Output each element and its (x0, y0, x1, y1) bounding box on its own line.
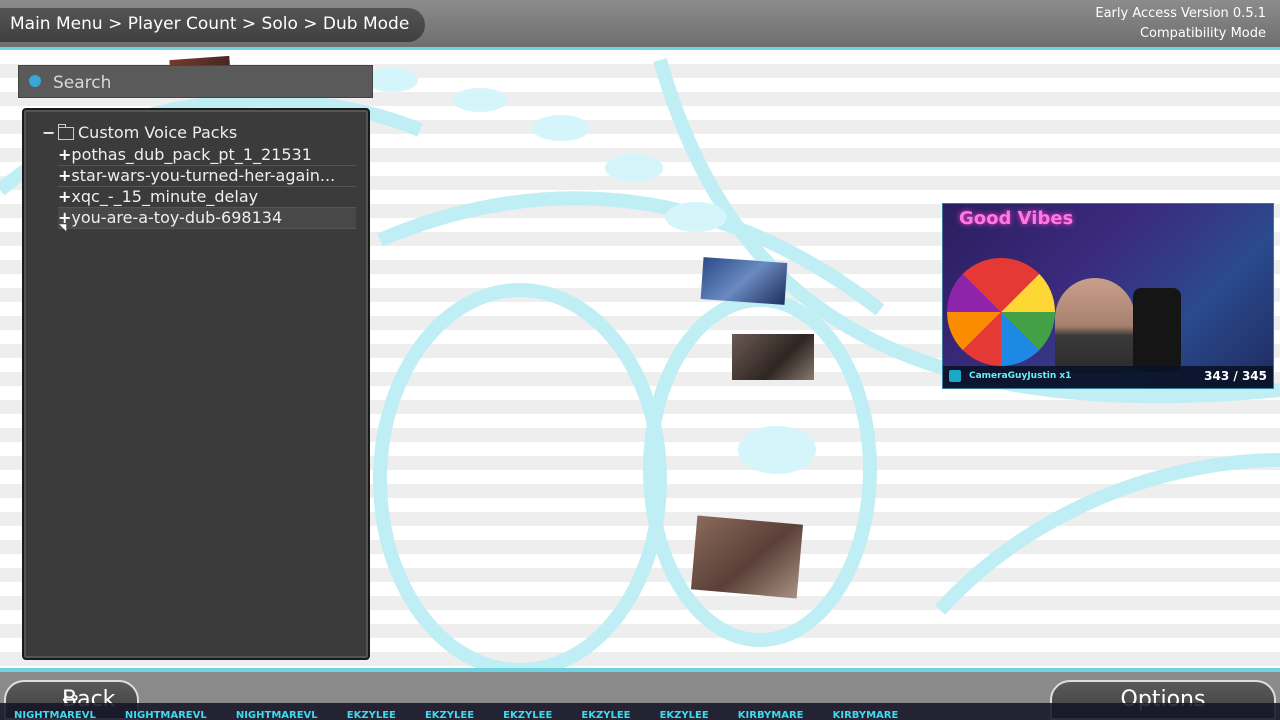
voice-pack-panel: − Custom Voice Packs +pothas_dub_pack_pt_… (22, 108, 370, 660)
compatibility-mode-label: Compatibility Mode (1139, 26, 1266, 41)
ticker-item: NIGHTMAREVL (14, 710, 96, 720)
latest-event: CameraGuyJustin x1 (969, 371, 1072, 381)
event-icon (949, 370, 961, 382)
prize-wheel (947, 258, 1055, 366)
search-icon (29, 75, 41, 87)
streamer (1055, 278, 1135, 374)
webcam-overlay: Good Vibes CameraGuyJustin x1 343 / 345 (942, 203, 1274, 389)
latest-event-bar: CameraGuyJustin x1 343 / 345 (943, 366, 1273, 388)
search-input[interactable] (51, 70, 355, 96)
collapse-icon[interactable]: − (42, 123, 55, 142)
ticker-item: NIGHTMAREVL (124, 710, 207, 720)
version-info: Early Access Version 0.5.1 Compatibility… (1095, 4, 1266, 44)
expand-icon[interactable]: + (58, 187, 71, 206)
search-box[interactable] (18, 65, 373, 98)
version-label: Early Access Version 0.5.1 (1095, 6, 1266, 21)
folder-icon (58, 124, 74, 140)
ticker-item: KIRBYMARE (832, 710, 899, 720)
expand-icon[interactable]: + (58, 166, 71, 185)
tree-item[interactable]: +star-wars-you-turned-her-again... (58, 166, 356, 187)
tree-item-label: you-are-a-toy-dub-698134 (71, 208, 283, 227)
tree-item-label: pothas_dub_pack_pt_1_21531 (71, 145, 312, 164)
ticker-item: EKZYLEE (424, 710, 475, 720)
top-bar: Main Menu > Player Count > Solo > Dub Mo… (0, 0, 1280, 50)
ticker-item: KIRBYMARE (737, 710, 804, 720)
track-image (732, 334, 814, 380)
track-image (690, 515, 804, 599)
gaming-chair (1133, 288, 1181, 372)
tree-item[interactable]: +xqc_-_15_minute_delay (58, 187, 356, 208)
tree-item-label: xqc_-_15_minute_delay (71, 187, 259, 206)
ticker-item: EKZYLEE (503, 710, 553, 720)
tree-root-custom-voice-packs[interactable]: − Custom Voice Packs (42, 123, 237, 142)
neon-sign: Good Vibes (959, 208, 1074, 229)
track-image (700, 257, 788, 305)
ticker-item: NIGHTMAREVL (235, 710, 318, 720)
breadcrumb: Main Menu > Player Count > Solo > Dub Mo… (10, 14, 410, 34)
tree-item[interactable]: +pothas_dub_pack_pt_1_21531 (58, 145, 356, 166)
tree-root-label: Custom Voice Packs (78, 123, 238, 142)
ticker-item: EKZYLEE (659, 710, 709, 720)
ticker-item: EKZYLEE (581, 710, 631, 720)
ticker-item: EKZYLEE (346, 710, 396, 720)
expand-icon[interactable]: + (58, 145, 71, 164)
sub-goal-count: 343 / 345 (1204, 369, 1267, 383)
tree-item[interactable]: +you-are-a-toy-dub-698134 (58, 208, 356, 229)
tree-item-label: star-wars-you-turned-her-again... (71, 166, 336, 185)
chat-ticker: NIGHTMAREVL NIGHTMAREVL NIGHTMAREVL EKZY… (0, 703, 1280, 720)
